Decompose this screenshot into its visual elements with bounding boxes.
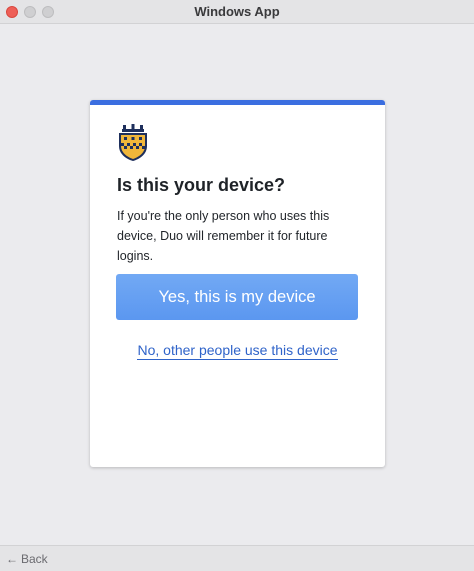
card-accent-bar: [90, 100, 385, 105]
device-prompt-card: Is this your device? If you're the only …: [90, 100, 385, 467]
other-people-link-wrapper: No, other people use this device: [90, 342, 385, 360]
shield-crest-icon: [119, 124, 147, 161]
back-label: Back: [21, 552, 48, 566]
page-title: Is this your device?: [117, 175, 286, 195]
arrow-left-icon: ←: [6, 552, 18, 566]
back-button[interactable]: ← Back: [6, 552, 48, 566]
app-window: Windows App Is this your device? If you'…: [0, 0, 474, 571]
bottom-toolbar: ← Back: [0, 545, 474, 571]
titlebar: Windows App: [0, 0, 474, 24]
prompt-description: If you're the only person who uses this …: [117, 209, 330, 263]
no-other-people-link[interactable]: No, other people use this device: [137, 342, 338, 360]
yes-my-device-button[interactable]: Yes, this is my device: [116, 274, 358, 320]
window-title: Windows App: [194, 4, 280, 19]
